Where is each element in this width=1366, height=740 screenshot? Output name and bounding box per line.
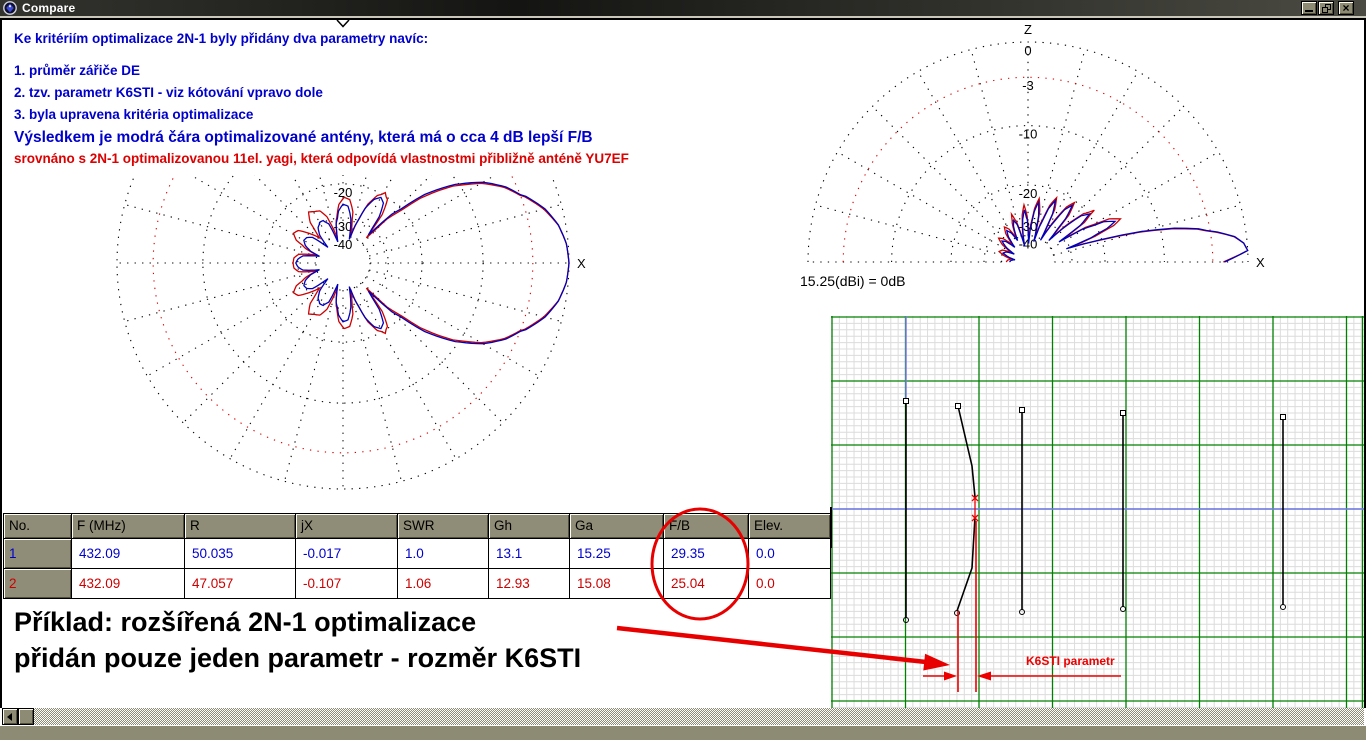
window-bottom-bar	[0, 726, 1366, 740]
x-axis-label: X	[1256, 255, 1265, 270]
row-label-2[interactable]: 2	[4, 569, 71, 598]
ring-label--3: -3	[337, 74, 349, 89]
criteria-list: 1. průměr zářiče DE2. tzv. parametr K6ST…	[14, 60, 323, 126]
gain-reference-label: 15.25(dBi) = 0dB	[800, 273, 905, 289]
criteria-list-item-3: 3. byla upravena kritéria optimalizace	[14, 104, 323, 126]
criteria-list-item-2: 2. tzv. parametr K6STI - viz kótování vp…	[14, 82, 323, 104]
ring-label--3: -3	[1022, 78, 1034, 93]
dimension-arrow-right	[944, 672, 957, 681]
x-axis-label: X	[577, 256, 586, 271]
column-header-jx[interactable]: jX	[296, 514, 397, 538]
element-top-marker	[1281, 415, 1286, 420]
ring-label--20: -20	[334, 185, 353, 200]
column-header-no-[interactable]: No.	[4, 514, 71, 538]
driven-element-bottom	[957, 517, 975, 611]
example-caption-line1: Příklad: rozšířená 2N-1 optimalizace	[14, 604, 581, 640]
close-button[interactable]: ×	[1338, 1, 1354, 15]
horizontal-scrollbar[interactable]	[2, 708, 1364, 725]
ring-label--10: -10	[1019, 127, 1038, 142]
k6sti-parameter-label: K6STI parametr	[1026, 654, 1115, 668]
column-header-swr[interactable]: SWR	[398, 514, 488, 538]
scroll-left-icon	[7, 713, 12, 721]
element-top-marker	[1121, 411, 1126, 416]
table-cell-r2c1: 432.09	[72, 569, 184, 598]
table-cell-r2c5: 12.93	[489, 569, 569, 598]
scrollbar-thumb[interactable]	[18, 708, 34, 725]
window-title: Compare	[22, 1, 75, 15]
table-cell-r1c2: 50.035	[185, 539, 295, 568]
element-top-marker	[956, 404, 961, 409]
result-red-text: srovnáno s 2N-1 optimalizovanou 11el. ya…	[14, 151, 629, 166]
column-header-gh[interactable]: Gh	[489, 514, 569, 538]
row-label-1[interactable]: 1	[4, 539, 71, 568]
table-cell-r2c7: 25.04	[664, 569, 748, 598]
table-cell-r2c3: -0.107	[296, 569, 397, 598]
column-header-elev-[interactable]: Elev.	[749, 514, 830, 538]
intro-text: Ke kritériím optimalizace 2N-1 byly přid…	[14, 31, 428, 46]
element-bottom-marker	[1020, 610, 1025, 615]
table-cell-r1c3: -0.017	[296, 539, 397, 568]
column-header-r[interactable]: R	[185, 514, 295, 538]
example-caption: Příklad: rozšířená 2N-1 optimalizace při…	[14, 604, 581, 676]
close-icon: ×	[1339, 1, 1353, 15]
column-header-f-b[interactable]: F/B	[664, 514, 748, 538]
app-globe-icon	[3, 1, 17, 15]
column-header-ga[interactable]: Ga	[570, 514, 663, 538]
element-top-marker	[904, 399, 909, 404]
table-cell-r2c2: 47.057	[185, 569, 295, 598]
minimize-button[interactable]	[1301, 1, 1317, 15]
table-cell-r1c7: 29.35	[664, 539, 748, 568]
table-cell-r1c5: 13.1	[489, 539, 569, 568]
criteria-list-item-1: 1. průměr zářiče DE	[14, 60, 323, 82]
column-header-f-mhz-[interactable]: F (MHz)	[72, 514, 184, 538]
client-left-border	[0, 20, 2, 708]
table-cell-r2c8: 0.0	[749, 569, 830, 598]
example-caption-line2: přidán pouze jeden parametr - rozměr K6S…	[14, 640, 581, 676]
result-blue-text: Výsledkem je modrá čára optimalizované a…	[14, 129, 593, 147]
element-top-marker	[1020, 408, 1025, 413]
table-cell-r1c8: 0.0	[749, 539, 830, 568]
minimize-icon	[1305, 10, 1313, 12]
elevation-polar-plot: 0-3-10-20-30-40XZ	[795, 8, 1275, 278]
ring-label-0: 0	[1024, 43, 1031, 58]
antenna-layout-diagram	[831, 316, 1364, 708]
scroll-left-button[interactable]	[2, 708, 18, 725]
restore-button[interactable]	[1318, 1, 1334, 15]
compare-window: { "window": { "title": "Compare", "icon"…	[0, 0, 1366, 740]
results-table: No.F (MHz)RjXSWRGhGaF/BElev. 1432.0950.03…	[3, 513, 831, 599]
ring-label--20: -20	[1019, 186, 1038, 201]
z-axis-label: Z	[1024, 22, 1032, 37]
table-cell-r1c4: 1.0	[398, 539, 488, 568]
element-bottom-marker	[1121, 607, 1126, 612]
table-cell-r2c6: 15.08	[570, 569, 663, 598]
table-cell-r1c6: 15.25	[570, 539, 663, 568]
table-cell-r1c1: 432.09	[72, 539, 184, 568]
pattern-series-blue	[1002, 201, 1248, 262]
table-cell-r2c4: 1.06	[398, 569, 488, 598]
